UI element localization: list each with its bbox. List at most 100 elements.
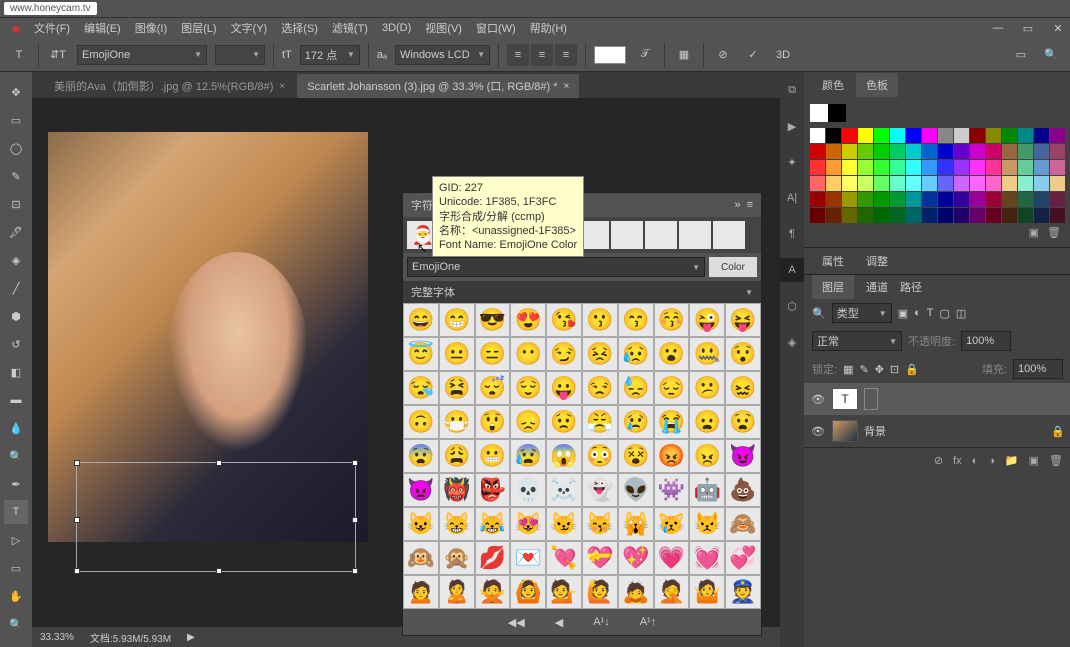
character-icon[interactable]: A| [780,186,804,210]
color-swatch[interactable] [858,144,873,159]
menu-filter[interactable]: 滤镜(T) [326,18,374,38]
color-swatch[interactable] [938,144,953,159]
glyph-cell[interactable]: 👮 [725,575,761,609]
glyph-cell[interactable]: 😒 [582,371,618,405]
glyph-cell[interactable]: 😚 [654,303,690,337]
color-swatch[interactable] [1018,208,1033,223]
color-swatch[interactable] [890,128,905,143]
color-swatch[interactable] [858,160,873,175]
glyph-cell[interactable]: 💁 [546,575,582,609]
link-layers-icon[interactable]: ⊘ [934,454,943,467]
lock-artboard-icon[interactable]: ⊡ [890,363,899,376]
text-bounding-box[interactable] [76,462,356,572]
glyph-cell[interactable]: 🙆 [510,575,546,609]
glyph-cell[interactable]: 🙀 [618,507,654,541]
navigator-icon[interactable]: ◈ [780,330,804,354]
close-icon[interactable]: × [563,81,569,92]
glyph-size-up[interactable]: A¹↑ [640,616,657,628]
visibility-icon[interactable]: 👁 [810,425,826,438]
close-icon[interactable]: × [279,81,285,92]
color-swatch[interactable] [1034,176,1049,191]
glyph-cell[interactable]: 🙈 [725,507,761,541]
glyph-cell[interactable]: 😁 [439,303,475,337]
glyph-cell[interactable]: 😺 [403,507,439,541]
recent-glyph-7[interactable] [611,221,643,249]
color-swatch[interactable] [954,160,969,175]
glyph-cell[interactable]: 😲 [475,405,511,439]
glyph-cell[interactable]: 🙋 [582,575,618,609]
glyph-cell[interactable]: 😑 [475,337,511,371]
glyph-cell[interactable]: 😦 [689,405,725,439]
rectangle-tool[interactable]: ▭ [4,556,28,580]
glyph-cell[interactable]: 🤷 [689,575,725,609]
marquee-tool[interactable]: ▭ [4,108,28,132]
font-size-select[interactable]: 172 点▼ [300,45,360,65]
glyph-cell[interactable]: 🙊 [439,541,475,575]
color-swatch[interactable] [922,144,937,159]
glyph-cell[interactable]: 😷 [439,405,475,439]
glyph-cell[interactable]: 🙎 [439,575,475,609]
brush-tool[interactable]: ╱ [4,276,28,300]
warp-text-button[interactable]: 𝒯 [634,44,656,66]
color-swatch[interactable] [906,144,921,159]
glyph-cell[interactable]: 🙍 [403,575,439,609]
glyph-cell[interactable]: 😳 [582,439,618,473]
glyph-cell[interactable]: 😮 [654,337,690,371]
antialiasing-select[interactable]: Windows LCD▼ [395,45,490,65]
lock-transparent-icon[interactable]: ▦ [843,363,853,376]
color-swatch[interactable] [922,160,937,175]
glyph-cell[interactable]: 😬 [475,439,511,473]
menu-image[interactable]: 图像(I) [129,18,173,38]
adjustment-layer-icon[interactable]: ◑ [988,455,995,467]
layer-background[interactable]: 👁 背景 🔒 [804,415,1070,447]
color-swatch[interactable] [858,208,873,223]
glyph-cell[interactable]: 💖 [618,541,654,575]
canvas[interactable]: 字符 » ≡ 🎅↖ 😀 [32,98,780,627]
glyph-category-select[interactable]: 完整字体▼ [403,281,761,303]
brushes-icon[interactable]: ✦ [780,150,804,174]
zoom-tool[interactable]: 🔍 [4,612,28,636]
color-swatch[interactable] [1018,144,1033,159]
layer-filter-select[interactable]: 类型▼ [832,303,892,323]
menu-window[interactable]: 窗口(W) [470,18,522,38]
glyph-cell[interactable]: 😤 [582,405,618,439]
color-swatch[interactable] [1050,192,1065,207]
cancel-button[interactable]: ⊘ [712,44,734,66]
color-swatch[interactable] [1050,144,1065,159]
glyph-cell[interactable]: 💗 [654,541,690,575]
text-color-swatch[interactable] [594,46,626,64]
color-swatch[interactable] [1034,208,1049,223]
glyph-cell[interactable]: 💘 [546,541,582,575]
layer-text[interactable]: 👁 T [804,383,1070,415]
glyph-cell[interactable]: 🙇 [618,575,654,609]
color-swatch[interactable] [986,192,1001,207]
delete-layer-icon[interactable]: 🗑 [1049,454,1063,467]
color-swatch[interactable] [858,128,873,143]
color-swatch[interactable] [938,128,953,143]
color-swatch[interactable] [858,176,873,191]
color-swatch[interactable] [970,176,985,191]
lock-position-icon[interactable]: ✥ [875,363,884,376]
color-swatch[interactable] [1018,192,1033,207]
color-swatch[interactable] [842,192,857,207]
glyph-cell[interactable]: 👺 [475,473,511,507]
color-swatch[interactable] [1002,208,1017,223]
color-swatch[interactable] [810,160,825,175]
glyph-cell[interactable]: 😸 [439,507,475,541]
glyph-cell[interactable]: 😽 [582,507,618,541]
color-swatch[interactable] [810,208,825,223]
close-button[interactable]: ✕ [1050,22,1066,35]
minimize-button[interactable]: — [990,22,1006,35]
glyph-cell[interactable]: 🙅 [475,575,511,609]
glyph-cell[interactable]: 😥 [618,337,654,371]
status-arrow-icon[interactable]: ▶ [187,632,195,643]
glyph-cell[interactable]: 😟 [546,405,582,439]
glyph-cell[interactable]: 😗 [582,303,618,337]
fill-input[interactable]: 100% [1013,359,1063,379]
color-swatch[interactable] [906,192,921,207]
color-swatch[interactable] [842,176,857,191]
glyph-cell[interactable]: 💌 [510,541,546,575]
lock-all-icon[interactable]: 🔒 [905,363,919,376]
glyph-cell[interactable]: 😕 [689,371,725,405]
color-swatch[interactable] [986,208,1001,223]
